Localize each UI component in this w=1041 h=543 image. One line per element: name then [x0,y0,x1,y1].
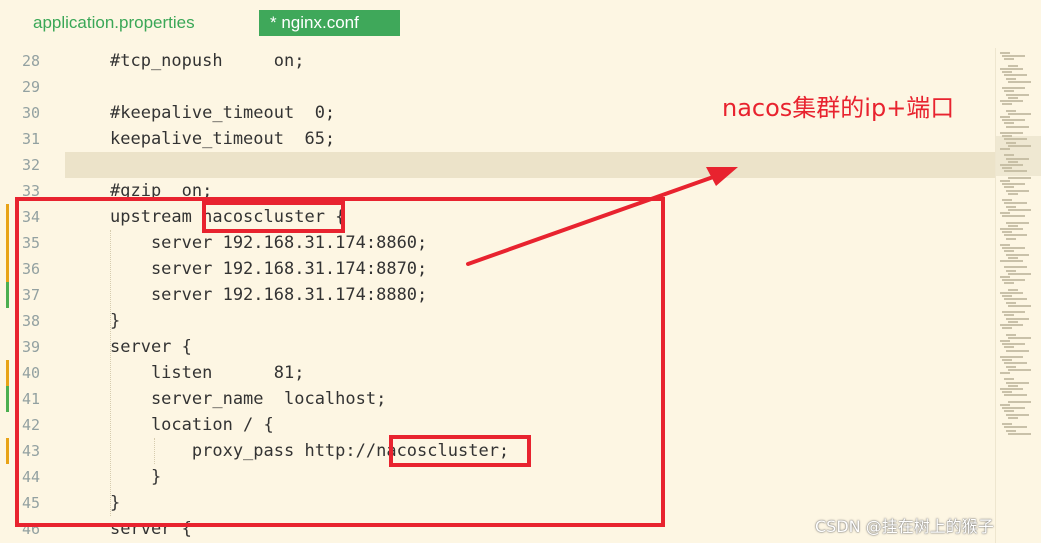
annotation-arrow [466,167,738,266]
watermark: CSDN @挂在树上的猴子 [815,517,994,536]
annotation-text: nacos集群的ip+端口 [722,94,955,122]
